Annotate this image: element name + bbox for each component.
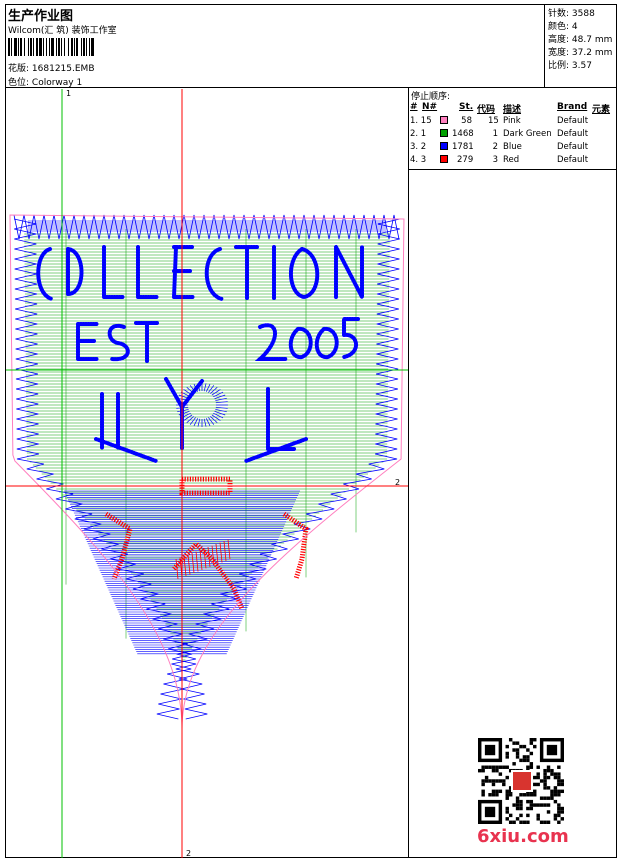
- row-index: 3. 2: [410, 142, 427, 152]
- row-brand: Default: [557, 129, 589, 139]
- row-code: 3: [492, 155, 498, 165]
- row-index: 2. 1: [410, 129, 427, 139]
- page-title: 生产作业图: [8, 9, 74, 24]
- qr-code: [478, 738, 564, 824]
- design-file-line: 花版: 1681215.EMB: [8, 61, 95, 74]
- row-code: 1: [492, 129, 498, 139]
- axis-label-h2: 2: [395, 478, 401, 487]
- stat-width: 宽度: 37.2 mm: [548, 45, 612, 58]
- row-description: Red: [503, 155, 520, 165]
- colorway-value: Colorway 1: [31, 78, 83, 88]
- stat-label: 针数:: [548, 9, 570, 19]
- embroidery-canvas: [6, 89, 408, 858]
- table-row: 3. 2 1781 2 Blue Default: [410, 142, 615, 154]
- stat-value: 48.7 mm: [571, 35, 613, 45]
- row-code: 15: [488, 116, 499, 126]
- row-index: 1. 15: [410, 116, 432, 126]
- barcode: [8, 38, 94, 56]
- row-stitches: 279: [457, 155, 474, 165]
- row-stitches: 1781: [452, 142, 474, 152]
- stat-label: 颜色:: [548, 22, 570, 32]
- stat-value: 4: [571, 22, 578, 32]
- stat-height: 高度: 48.7 mm: [548, 32, 612, 45]
- stat-label: 比例:: [548, 61, 570, 71]
- colorway-line: 色位: Colorway 1: [8, 75, 82, 88]
- col-header-code: 代码: [477, 105, 496, 115]
- axis-label-v1: 1: [66, 89, 72, 98]
- stat-value: 3.57: [571, 61, 592, 71]
- panel-divider: [408, 170, 409, 858]
- color-swatch: [440, 142, 448, 150]
- stat-label: 高度:: [548, 35, 570, 45]
- table-row: 1. 15 58 15 Pink Default: [410, 116, 615, 128]
- col-header-n: N#: [422, 102, 438, 112]
- row-stitches: 1468: [452, 129, 474, 139]
- row-brand: Default: [557, 142, 589, 152]
- color-swatch: [440, 129, 448, 137]
- stat-colors: 颜色: 4: [548, 19, 578, 32]
- axis-label-v2: 2: [186, 849, 192, 858]
- table-row: 2. 1 1468 1 Dark Green Default: [410, 129, 615, 141]
- color-swatch: [440, 155, 448, 163]
- stat-value: 37.2 mm: [571, 48, 613, 58]
- row-description: Pink: [503, 116, 521, 126]
- row-brand: Default: [557, 116, 589, 126]
- col-header-st: St.: [459, 102, 474, 112]
- blue-satin-border: [13, 214, 401, 720]
- stop-sequence-title: 停止顺序:: [411, 92, 451, 102]
- col-header-brand: Brand: [557, 102, 588, 112]
- stat-value: 3588: [571, 9, 595, 19]
- color-swatch: [440, 116, 448, 124]
- table-row: 4. 3 279 3 Red Default: [410, 155, 615, 167]
- watermark-logo: 6xiu.com: [477, 826, 569, 847]
- stat-label: 宽度:: [548, 48, 570, 58]
- design-file-label: 花版:: [8, 64, 30, 74]
- colorway-label: 色位:: [8, 78, 30, 88]
- col-header-num: #: [410, 102, 418, 112]
- row-index: 4. 3: [410, 155, 427, 165]
- studio-name: Wilcom(汇 筑) 装饰工作室: [8, 26, 117, 36]
- stat-stitches: 针数: 3588: [548, 6, 595, 19]
- design-file-value: 1681215.EMB: [31, 64, 95, 74]
- row-description: Blue: [503, 142, 522, 152]
- seal-icon: [511, 770, 533, 792]
- row-brand: Default: [557, 155, 589, 165]
- row-description: Dark Green: [503, 129, 552, 139]
- stat-scale: 比例: 3.57: [548, 58, 592, 71]
- row-stitches: 58: [461, 116, 472, 126]
- row-code: 2: [492, 142, 498, 152]
- col-header-desc: 描述: [503, 105, 522, 115]
- col-header-element: 元素: [592, 105, 611, 115]
